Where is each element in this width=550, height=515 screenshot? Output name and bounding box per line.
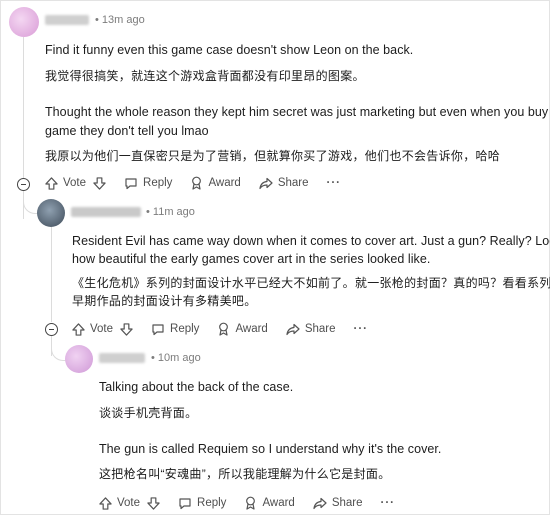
username[interactable] <box>71 207 141 217</box>
comment-text: 谈谈手机壳背面。 <box>99 406 198 420</box>
share-button[interactable]: Share <box>286 323 336 336</box>
vote-label: Vote <box>63 177 87 189</box>
vote-control: Vote <box>99 496 160 510</box>
thread-line-1[interactable] <box>23 37 24 183</box>
share-icon <box>286 323 300 335</box>
more-options-button[interactable]: ··· <box>354 323 369 335</box>
reply-icon <box>125 177 137 189</box>
reply-button[interactable]: Reply <box>124 177 172 190</box>
share-button[interactable]: Share <box>313 497 363 510</box>
upvote-icon[interactable] <box>45 176 58 190</box>
comment-text: 早期作品的封面设计有多精美吧。 <box>72 294 257 308</box>
collapse-icon[interactable] <box>17 178 30 191</box>
thread-line-2[interactable] <box>51 227 52 322</box>
award-button[interactable]: Award <box>217 322 268 336</box>
reply-icon <box>152 323 164 335</box>
thread-elbow-1 <box>23 191 38 214</box>
award-icon <box>246 496 256 510</box>
vote-label: Vote <box>90 323 114 335</box>
timestamp: • 13m ago <box>95 14 145 26</box>
avatar[interactable] <box>65 345 93 373</box>
reply-button[interactable]: Reply <box>178 497 226 510</box>
award-button[interactable]: Award <box>244 496 295 510</box>
more-options-button[interactable]: ··· <box>327 177 342 189</box>
comment-text: 我原以为他们一直保密只是为了营销，但就算你买了游戏，他们也不会告诉你，哈哈 <box>45 149 501 163</box>
downvote-icon[interactable] <box>93 176 106 190</box>
vote-label: Vote <box>117 497 141 509</box>
comment-actions: Vote Reply Award Share ··· <box>45 176 341 190</box>
comment-text: game they don't tell you lmao <box>45 124 209 138</box>
reply-button[interactable]: Reply <box>151 323 199 336</box>
vote-control: Vote <box>72 322 133 336</box>
avatar[interactable] <box>9 7 39 37</box>
comment-text: Talking about the back of the case. <box>99 380 294 394</box>
share-button[interactable]: Share <box>259 177 309 190</box>
collapse-icon[interactable] <box>45 323 58 336</box>
comment-text: 这把枪名叫“安魂曲”，所以我能理解为什么它是封面。 <box>99 467 391 481</box>
username[interactable] <box>45 15 89 25</box>
comment-text: 《生化危机》系列的封面设计水平已经大不如前了。就一张枪的封面？真的吗？看看系列 <box>72 276 550 290</box>
reply-icon <box>179 497 191 509</box>
vote-control: Vote <box>45 176 106 190</box>
thread-elbow-2 <box>51 334 66 361</box>
comment-actions: Vote Reply Award Share ··· <box>99 496 395 510</box>
timestamp: • 11m ago <box>146 206 195 218</box>
share-icon <box>259 177 273 189</box>
award-button[interactable]: Award <box>190 176 241 190</box>
comment-text: Find it funny even this game case doesn'… <box>45 43 414 57</box>
avatar[interactable] <box>37 199 65 227</box>
upvote-icon[interactable] <box>99 496 112 510</box>
downvote-icon[interactable] <box>147 496 160 510</box>
more-options-button[interactable]: ··· <box>381 497 396 509</box>
upvote-icon[interactable] <box>72 322 85 336</box>
comment-text: 我觉得很搞笑，就连这个游戏盒背面都没有印里昂的图案。 <box>45 69 365 83</box>
comment-actions: Vote Reply Award Share ··· <box>72 322 368 336</box>
downvote-icon[interactable] <box>120 322 133 336</box>
timestamp: • 10m ago <box>151 352 201 364</box>
comment-text: Thought the whole reason they kept him s… <box>45 105 550 119</box>
award-icon <box>219 322 229 336</box>
comment-text: Resident Evil has came way down when it … <box>72 234 550 248</box>
share-icon <box>313 497 327 509</box>
comment-text: The gun is called Requiem so I understan… <box>99 442 442 456</box>
award-icon <box>192 176 202 190</box>
username[interactable] <box>99 353 145 363</box>
comment-text: how beautiful the early games cover art … <box>72 252 431 266</box>
